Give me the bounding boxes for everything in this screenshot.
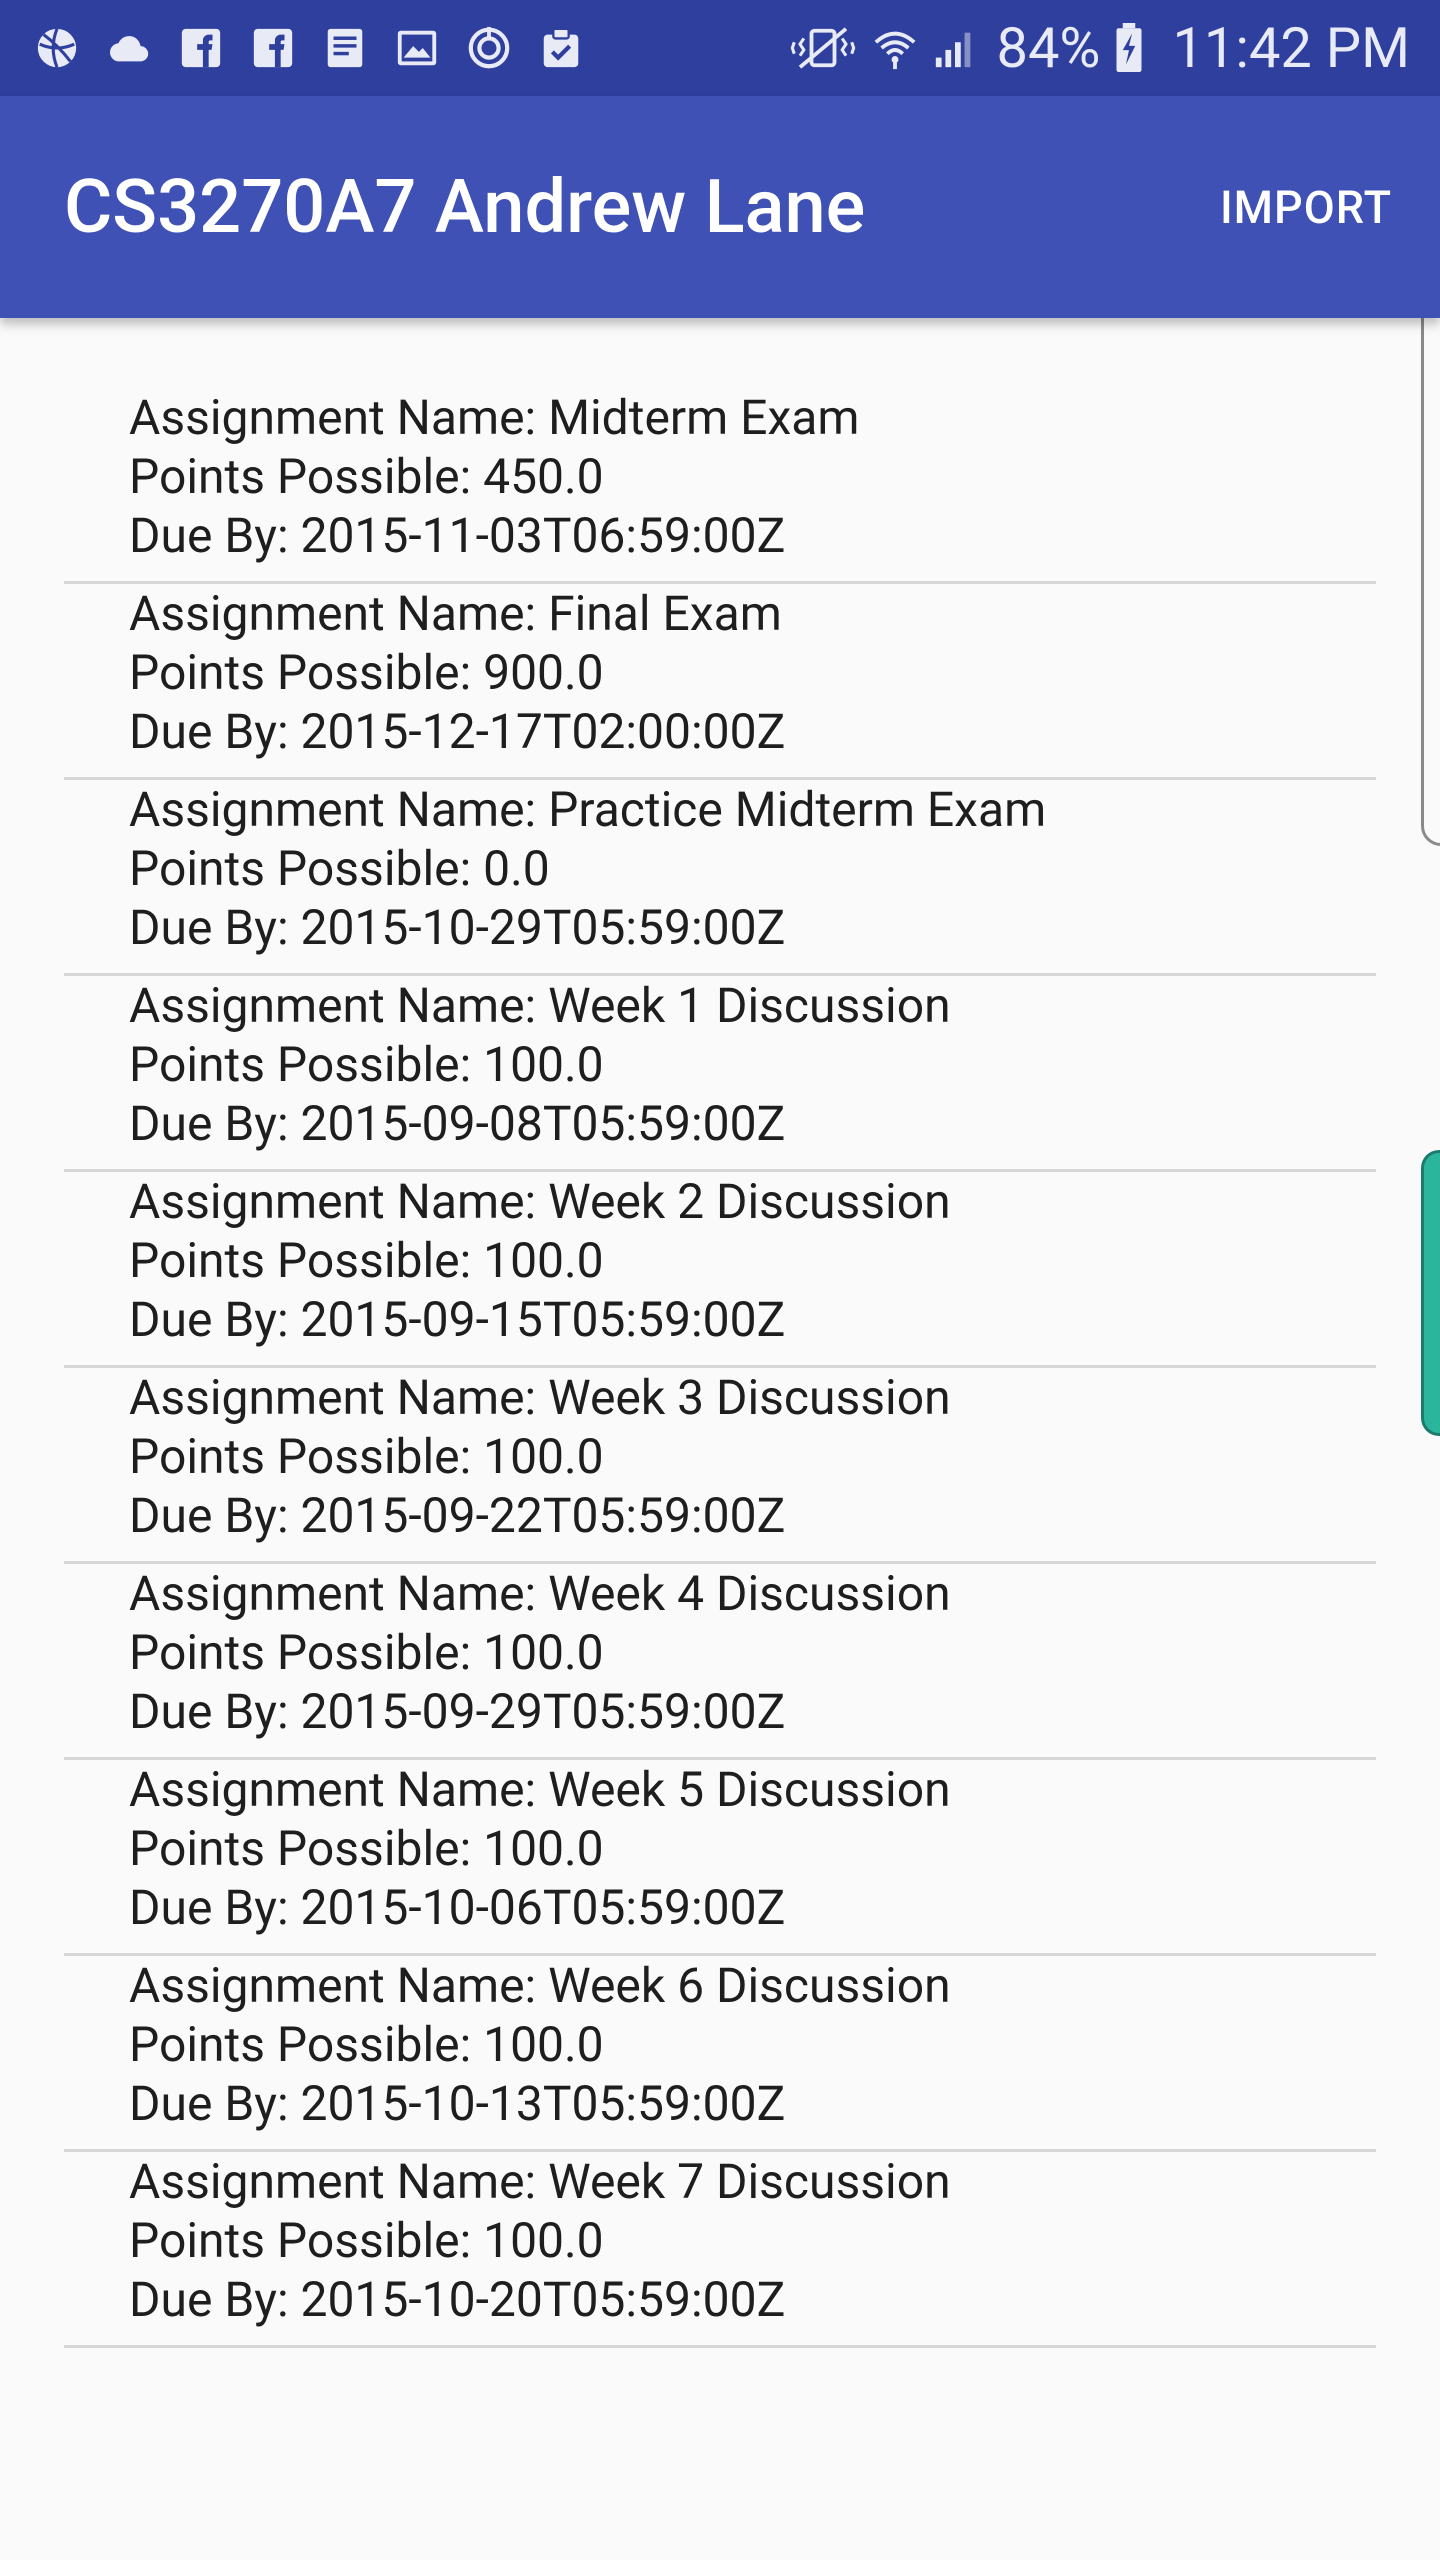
system-icons: 84% 11:42 PM [788,20,1410,76]
import-button[interactable]: IMPORT [1220,96,1392,318]
due-by: Due By: 2015-10-13T05:59:00Z [129,2075,786,2132]
document-icon [322,25,368,71]
assignment-name: Assignment Name: Week 1 Discussion [129,977,951,1034]
due-by: Due By: 2015-10-06T05:59:00Z [129,1879,786,1936]
due-by: Due By: 2015-09-08T05:59:00Z [129,1095,786,1152]
app-title: CS3270A7 Andrew Lane [64,163,866,251]
points-possible: Points Possible: 0.0 [129,840,550,897]
list-item[interactable]: Assignment Name: Final Exam Points Possi… [64,584,1376,780]
points-possible: Points Possible: 100.0 [129,1036,604,1093]
points-possible: Points Possible: 100.0 [129,2212,604,2269]
points-possible: Points Possible: 100.0 [129,1428,604,1485]
app-bar: CS3270A7 Andrew Lane IMPORT [0,96,1440,318]
points-possible: Points Possible: 900.0 [129,644,604,701]
list-item[interactable]: Assignment Name: Midterm Exam Points Pos… [64,388,1376,584]
signal-icon [932,25,978,71]
assignment-name: Assignment Name: Week 5 Discussion [129,1761,951,1818]
list-item[interactable]: Assignment Name: Practice Midterm Exam P… [64,780,1376,976]
battery-charging-icon [1114,23,1144,73]
edge-panel-outline[interactable] [1421,260,1440,846]
vibrate-icon [788,25,858,71]
list-item[interactable]: Assignment Name: Week 2 Discussion Point… [64,1172,1376,1368]
cloud-icon [106,25,152,71]
list-item[interactable]: Assignment Name: Week 6 Discussion Point… [64,1956,1376,2152]
assignment-list[interactable]: Assignment Name: Midterm Exam Points Pos… [64,388,1376,2348]
list-item[interactable]: Assignment Name: Week 4 Discussion Point… [64,1564,1376,1760]
due-by: Due By: 2015-10-20T05:59:00Z [129,2271,786,2328]
list-item[interactable]: Assignment Name: Week 1 Discussion Point… [64,976,1376,1172]
facebook-icon [250,25,296,71]
assignment-name: Assignment Name: Week 2 Discussion [129,1173,951,1230]
assignment-name: Assignment Name: Week 6 Discussion [129,1957,951,2014]
points-possible: Points Possible: 100.0 [129,1820,604,1877]
image-icon [394,25,440,71]
status-bar: 84% 11:42 PM [0,0,1440,96]
points-possible: Points Possible: 100.0 [129,1624,604,1681]
notification-icons [34,25,584,71]
clock: 11:42 PM [1172,15,1410,81]
facebook-icon [178,25,224,71]
list-item[interactable]: Assignment Name: Week 7 Discussion Point… [64,2152,1376,2348]
due-by: Due By: 2015-09-29T05:59:00Z [129,1683,786,1740]
points-possible: Points Possible: 100.0 [129,1232,604,1289]
due-by: Due By: 2015-12-17T02:00:00Z [129,703,786,760]
wifi-icon [872,25,918,71]
assignment-name: Assignment Name: Midterm Exam [129,389,860,446]
clipboard-check-icon [538,25,584,71]
battery-percent: 84% [996,15,1101,81]
due-by: Due By: 2015-10-29T05:59:00Z [129,899,786,956]
sync-icon [466,25,512,71]
assignment-name: Assignment Name: Week 7 Discussion [129,2153,951,2210]
list-item[interactable]: Assignment Name: Week 5 Discussion Point… [64,1760,1376,1956]
assignment-name: Assignment Name: Practice Midterm Exam [129,781,1047,838]
assignment-name: Assignment Name: Week 3 Discussion [129,1369,951,1426]
due-by: Due By: 2015-09-15T05:59:00Z [129,1291,786,1348]
list-item[interactable]: Assignment Name: Week 3 Discussion Point… [64,1368,1376,1564]
assignment-name: Assignment Name: Week 4 Discussion [129,1565,951,1622]
assignment-name: Assignment Name: Final Exam [129,585,782,642]
edge-panel-handle[interactable] [1421,1150,1440,1436]
points-possible: Points Possible: 100.0 [129,2016,604,2073]
points-possible: Points Possible: 450.0 [129,448,604,505]
due-by: Due By: 2015-09-22T05:59:00Z [129,1487,786,1544]
basketball-icon [34,25,80,71]
due-by: Due By: 2015-11-03T06:59:00Z [129,507,786,564]
